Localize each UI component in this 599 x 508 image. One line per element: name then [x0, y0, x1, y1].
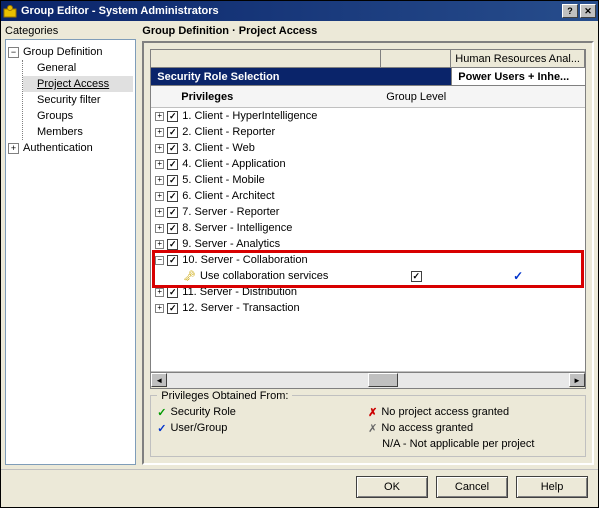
- close-window-button[interactable]: ✕: [580, 4, 596, 18]
- checkbox[interactable]: [167, 143, 178, 154]
- expand-icon[interactable]: +: [155, 240, 164, 249]
- ok-button[interactable]: OK: [356, 476, 428, 498]
- checkbox[interactable]: [167, 239, 178, 250]
- privilege-row[interactable]: +3. Client - Web: [151, 140, 585, 156]
- categories-label: Categories: [5, 25, 136, 37]
- privilege-row[interactable]: +6. Client - Architect: [151, 188, 585, 204]
- check-blue-icon: [513, 269, 523, 283]
- categories-tree: − Group Definition GeneralProject Access…: [5, 39, 136, 465]
- privilege-child-row[interactable]: 🗝Use collaboration services: [151, 268, 585, 284]
- x-red-icon: [368, 406, 377, 419]
- checkbox[interactable]: [167, 191, 178, 202]
- power-users-inherit: Power Users + Inhe...: [451, 68, 585, 85]
- expand-icon[interactable]: +: [155, 160, 164, 169]
- privilege-row[interactable]: +12. Server - Transaction: [151, 300, 585, 316]
- cancel-button[interactable]: Cancel: [436, 476, 508, 498]
- check-blue-icon: [157, 422, 166, 435]
- privilege-row[interactable]: +7. Server - Reporter: [151, 204, 585, 220]
- tree-item-project-access[interactable]: Project Access: [23, 76, 133, 92]
- col-group-level[interactable]: Group Level: [381, 91, 451, 103]
- checkbox[interactable]: [167, 287, 178, 298]
- window-title: Group Editor - System Administrators: [21, 5, 219, 17]
- title-bar: Group Editor - System Administrators ? ✕: [1, 1, 598, 21]
- col-privileges[interactable]: Privileges: [151, 91, 381, 103]
- expand-icon[interactable]: +: [155, 208, 164, 217]
- privilege-row[interactable]: +11. Server - Distribution: [151, 284, 585, 300]
- key-icon: 🗝: [183, 271, 196, 282]
- dialog-buttons: OK Cancel Help: [1, 469, 598, 503]
- section-title: Group Definition · Project Access: [142, 25, 594, 37]
- x-gray-icon: [368, 422, 377, 435]
- checkbox[interactable]: [167, 207, 178, 218]
- privilege-row[interactable]: +1. Client - HyperIntelligence: [151, 108, 585, 124]
- checkbox[interactable]: [167, 303, 178, 314]
- privilege-row[interactable]: +5. Client - Mobile: [151, 172, 585, 188]
- legend-box: Privileges Obtained From: Security Role …: [150, 395, 586, 457]
- tree-node-group-definition[interactable]: − Group Definition: [8, 44, 133, 60]
- expand-icon[interactable]: +: [155, 176, 164, 185]
- legend-title: Privileges Obtained From:: [157, 390, 292, 402]
- privilege-row[interactable]: +2. Client - Reporter: [151, 124, 585, 140]
- checkbox[interactable]: [411, 271, 422, 282]
- scroll-right-arrow[interactable]: ►: [569, 373, 585, 387]
- expand-icon[interactable]: +: [155, 304, 164, 313]
- expand-icon[interactable]: +: [155, 112, 164, 121]
- privilege-row[interactable]: +8. Server - Intelligence: [151, 220, 585, 236]
- security-role-selection: Security Role Selection: [151, 68, 451, 85]
- checkbox[interactable]: [167, 127, 178, 138]
- checkbox[interactable]: [167, 223, 178, 234]
- privilege-row[interactable]: +4. Client - Application: [151, 156, 585, 172]
- expand-icon[interactable]: +: [155, 128, 164, 137]
- checkbox[interactable]: [167, 159, 178, 170]
- horizontal-scrollbar[interactable]: ◄ ►: [151, 372, 585, 388]
- privileges-table: Human Resources Anal... Security Role Se…: [150, 49, 586, 389]
- help-button[interactable]: Help: [516, 476, 588, 498]
- scroll-left-arrow[interactable]: ◄: [151, 373, 167, 387]
- app-icon: [3, 4, 17, 18]
- checkbox[interactable]: [167, 255, 178, 266]
- tree-item-groups[interactable]: Groups: [23, 108, 133, 124]
- col-spacer2: [381, 50, 451, 67]
- expand-icon[interactable]: +: [8, 143, 19, 154]
- tree-item-general[interactable]: General: [23, 60, 133, 76]
- checkbox[interactable]: [167, 111, 178, 122]
- scroll-thumb[interactable]: [368, 373, 398, 387]
- tree-node-authentication[interactable]: + Authentication: [8, 140, 133, 156]
- expand-icon[interactable]: +: [155, 144, 164, 153]
- expand-icon[interactable]: +: [155, 288, 164, 297]
- expand-icon[interactable]: +: [155, 192, 164, 201]
- expand-icon[interactable]: +: [155, 224, 164, 233]
- privilege-row[interactable]: −10. Server - Collaboration: [151, 252, 585, 268]
- collapse-icon[interactable]: −: [8, 47, 19, 58]
- tree-item-security-filter[interactable]: Security filter: [23, 92, 133, 108]
- check-green-icon: [157, 406, 166, 419]
- privilege-row[interactable]: +9. Server - Analytics: [151, 236, 585, 252]
- col-spacer: [151, 50, 381, 67]
- col-human-resources[interactable]: Human Resources Anal...: [451, 50, 585, 67]
- collapse-icon[interactable]: −: [155, 256, 164, 265]
- checkbox[interactable]: [167, 175, 178, 186]
- help-window-button[interactable]: ?: [562, 4, 578, 18]
- tree-item-members[interactable]: Members: [23, 124, 133, 140]
